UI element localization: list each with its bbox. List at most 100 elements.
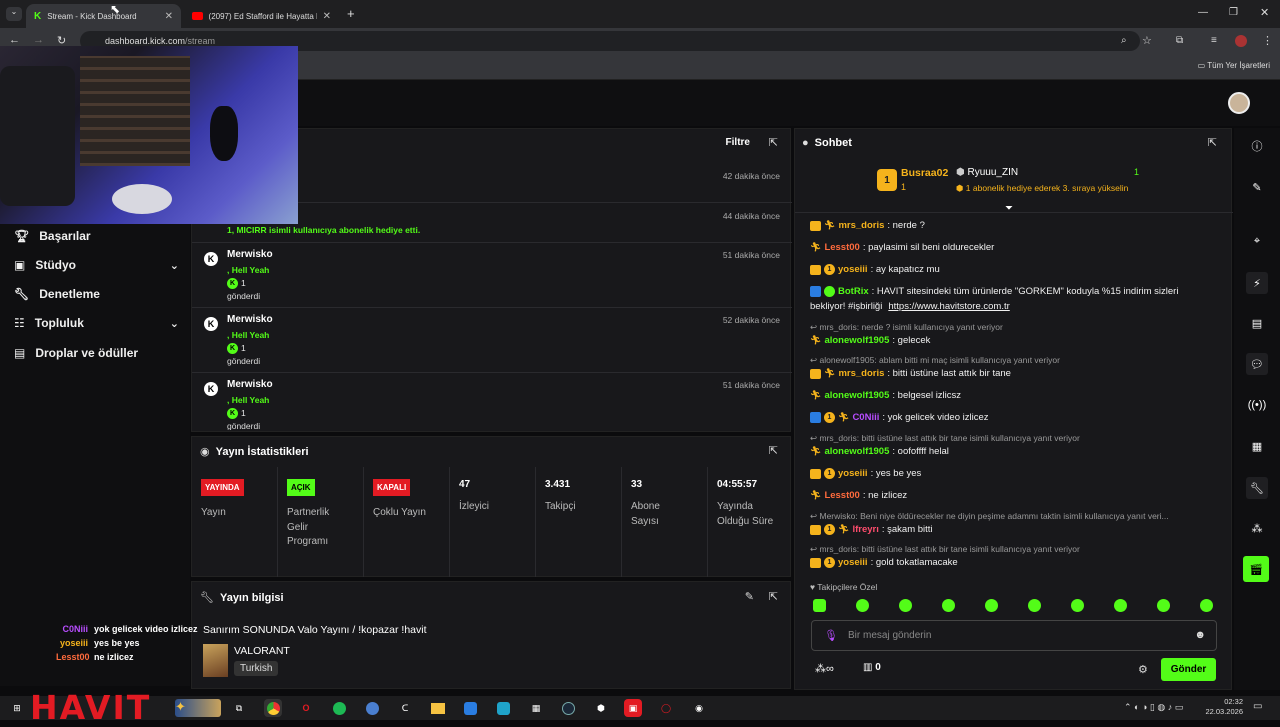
- clapperboard-icon[interactable]: 🎬︎: [1243, 556, 1269, 582]
- app-icon[interactable]: [461, 699, 479, 717]
- new-tab-button[interactable]: +: [347, 6, 355, 21]
- steam-icon[interactable]: [559, 699, 577, 717]
- document-icon[interactable]: ▤: [1246, 312, 1268, 334]
- app-icon[interactable]: [363, 699, 381, 717]
- chrome-icon[interactable]: [264, 699, 282, 717]
- bookmarks-label: Tüm Yer İşaretleri: [1207, 61, 1270, 70]
- user-avatar[interactable]: [1228, 92, 1250, 114]
- chat-link[interactable]: https://www.havitstore.com.tr: [888, 301, 1009, 312]
- calculator-icon[interactable]: ▦: [527, 699, 545, 717]
- popout-icon[interactable]: ⇱: [1208, 136, 1217, 149]
- spotify-icon[interactable]: [330, 699, 348, 717]
- chat-username[interactable]: yoseiii: [838, 557, 868, 568]
- opera-icon[interactable]: O: [297, 699, 315, 717]
- restore-icon[interactable]: ❐: [1229, 7, 1238, 18]
- emote-icon[interactable]: [899, 599, 912, 612]
- emote-icon[interactable]: [1071, 599, 1084, 612]
- tab-kick-dashboard[interactable]: K Stream - Kick Dashboard ✕: [26, 4, 181, 28]
- send-button[interactable]: Gönder: [1161, 658, 1216, 681]
- windows-start-icon[interactable]: ⊞: [8, 699, 26, 717]
- emote-icon[interactable]: [1028, 599, 1041, 612]
- sidebar-item-community[interactable]: ☷ Topluluk ⌄: [14, 316, 179, 330]
- settings-gear-icon[interactable]: ⚙: [1138, 663, 1148, 676]
- back-icon[interactable]: ←: [9, 34, 20, 46]
- chat-username[interactable]: Lesst00: [824, 490, 859, 501]
- popout-icon[interactable]: ⇱: [769, 444, 778, 457]
- leaderboard-first-user[interactable]: Busraa02: [901, 167, 948, 179]
- emote-icon[interactable]: [1200, 599, 1213, 612]
- chat-username[interactable]: alonewolf1905: [824, 335, 889, 346]
- wrench-icon[interactable]: 🔧︎: [1246, 477, 1268, 499]
- popout-icon[interactable]: ⇱: [769, 590, 778, 603]
- integrations-icon[interactable]: ⁂: [1246, 517, 1268, 539]
- obs-icon[interactable]: ◉: [690, 699, 708, 717]
- stats-header: ◉ Yayın İstatistikleri: [200, 445, 309, 459]
- app-icon[interactable]: ⬢: [592, 699, 610, 717]
- chat-username[interactable]: lfreyrı: [852, 524, 878, 535]
- info-icon[interactable]: ⓘ: [1246, 135, 1268, 157]
- lightning-icon[interactable]: ⚡︎: [1246, 272, 1268, 294]
- task-view-icon[interactable]: ⧉: [230, 699, 248, 717]
- emote-icon[interactable]: [856, 599, 869, 612]
- queue-icon[interactable]: ▦: [1246, 435, 1268, 457]
- extensions-icon[interactable]: ⧉: [1176, 35, 1183, 46]
- chat-username[interactable]: alonewolf1905: [824, 390, 889, 401]
- microphone-icon[interactable]: 🎙︎: [824, 629, 838, 642]
- all-bookmarks-folder[interactable]: ▭ Tüm Yer İşaretleri: [1198, 61, 1270, 70]
- category-name[interactable]: VALORANT: [234, 645, 290, 657]
- minimize-icon[interactable]: —: [1198, 7, 1208, 18]
- emote-icon[interactable]: [813, 599, 826, 612]
- activity-username[interactable]: Merwisko: [227, 314, 273, 325]
- zoom-icon[interactable]: ⌕: [1121, 35, 1127, 46]
- notification-icon[interactable]: ▭: [1253, 701, 1262, 712]
- popout-icon[interactable]: ⇱: [769, 136, 778, 149]
- emote-icon[interactable]: [1157, 599, 1170, 612]
- camera-icon[interactable]: ⌖: [1246, 230, 1268, 252]
- close-icon[interactable]: ✕: [165, 11, 173, 22]
- chat-username[interactable]: C0Niii: [852, 412, 879, 423]
- clock[interactable]: 02:32 22.03.2026: [1205, 697, 1243, 717]
- system-tray[interactable]: ⌃ ◐ ◑ ▯ ◍ ♪ ▭: [1124, 702, 1183, 713]
- emote-icon[interactable]: [1114, 599, 1127, 612]
- activity-username[interactable]: Merwisko: [227, 379, 273, 390]
- chat-username[interactable]: yoseiii: [838, 468, 868, 479]
- profile-avatar[interactable]: [1235, 35, 1247, 47]
- media-icon[interactable]: ≡: [1211, 35, 1217, 46]
- chat-input[interactable]: 🎙︎ Bir mesaj gönderin ☻: [811, 620, 1217, 651]
- opera-gx-icon[interactable]: ◯: [657, 699, 675, 717]
- app-icon[interactable]: ▣: [624, 699, 642, 717]
- close-icon[interactable]: ✕: [323, 11, 331, 22]
- wrench-icon: 🔧︎: [200, 592, 214, 604]
- sidebar-item-achievements[interactable]: 🏆︎ Başarılar: [14, 229, 179, 243]
- chat-username[interactable]: yoseiii: [838, 264, 868, 275]
- edit-icon[interactable]: ✎: [1246, 176, 1268, 198]
- broadcast-icon[interactable]: ((•)): [1246, 394, 1268, 416]
- tab-youtube[interactable]: (2097) Ed Stafford ile Hayatta K ✕: [184, 4, 339, 28]
- sidebar-item-moderation[interactable]: 🔧︎ Denetleme: [14, 287, 179, 301]
- activity-username[interactable]: Merwisko: [227, 249, 273, 260]
- emoji-icon[interactable]: ☻: [1194, 629, 1206, 641]
- app-icon[interactable]: ᑕ: [396, 699, 414, 717]
- store-button[interactable]: ▥ 0: [863, 662, 881, 673]
- edit-icon[interactable]: ✎: [745, 590, 754, 603]
- chat-username[interactable]: Lesst00: [824, 242, 859, 253]
- sidebar-item-studio[interactable]: ▣ Stüdyo ⌄: [14, 258, 179, 272]
- leaderboard-second-user[interactable]: ⬢ Ryuuu_ZIN: [956, 167, 1018, 178]
- chat-username[interactable]: mrs_doris: [838, 368, 884, 379]
- chat-bubble-icon[interactable]: 💬︎: [1246, 353, 1268, 375]
- window-close-icon[interactable]: ✕: [1260, 6, 1269, 19]
- forward-icon[interactable]: →: [33, 34, 44, 46]
- sidebar-item-drops-rewards[interactable]: ▤ Droplar ve ödüller: [14, 346, 179, 360]
- bookmark-star-icon[interactable]: ☆: [1142, 34, 1152, 47]
- chat-username[interactable]: BotRix: [838, 286, 869, 297]
- chat-username[interactable]: mrs_doris: [838, 220, 884, 231]
- filter-button[interactable]: Filtre: [726, 137, 750, 148]
- emote-icon[interactable]: [985, 599, 998, 612]
- menu-icon[interactable]: ⋮: [1262, 34, 1273, 47]
- tab-search-button[interactable]: ⌄: [6, 7, 22, 21]
- channel-points[interactable]: ⁂∞: [815, 662, 834, 675]
- emote-icon[interactable]: [942, 599, 955, 612]
- app-icon[interactable]: [494, 699, 512, 717]
- chat-username[interactable]: alonewolf1905: [824, 446, 889, 457]
- file-explorer-icon[interactable]: [429, 699, 447, 717]
